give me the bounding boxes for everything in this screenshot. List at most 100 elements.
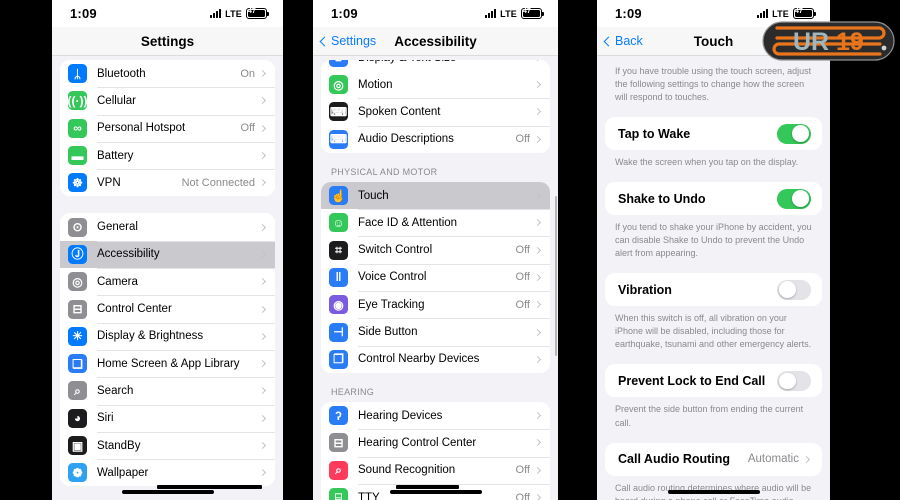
list-item-value: Not Connected [181, 176, 255, 189]
standby-icon: ▣ [68, 436, 87, 455]
item-spacer [597, 260, 830, 273]
list-item[interactable]: Ⓙ Accessibility [60, 240, 275, 269]
setting-control [777, 370, 811, 391]
setting-row[interactable]: Tap to Wake [605, 117, 822, 150]
list-item-value: Off [515, 133, 530, 146]
general-gear-icon: ⊙ [68, 217, 87, 237]
list-item[interactable]: ▣ StandBy [60, 431, 275, 460]
list-item-label: Switch Control [358, 244, 433, 257]
list-item[interactable]: ⊙ General [60, 213, 275, 241]
list-item[interactable]: ❑ Home Screen & App Library [60, 349, 275, 378]
list-item[interactable]: ‖ Voice Control Off [321, 263, 550, 292]
setting-row[interactable]: Call Audio Routing Automatic [605, 443, 822, 476]
list-item[interactable]: ⌕ Search [60, 377, 275, 405]
list-item[interactable]: ⊟ Control Center [60, 295, 275, 323]
list-item[interactable]: ◎ Camera [60, 268, 275, 296]
chevron-right-icon [258, 441, 267, 450]
chevron-right-icon [533, 493, 542, 500]
setting-description: Wake the screen when you tap on the disp… [615, 157, 799, 168]
redaction-bar [396, 485, 459, 489]
list-item[interactable]: ◎ Motion [321, 71, 550, 99]
list-item[interactable]: ▬ Battery [60, 141, 275, 170]
list-item[interactable]: ⊣ Side Button [321, 318, 550, 346]
chevron-right-icon [533, 60, 542, 62]
status-bar: 1:09 LTE 47 [52, 0, 283, 27]
camera-icon: ◎ [68, 272, 87, 292]
touch-settings-list[interactable]: If you have trouble using the touch scre… [597, 56, 830, 500]
list-item[interactable]: ʔ Hearing Devices [321, 401, 550, 430]
list-item[interactable]: ⌗ Switch Control Off [321, 236, 550, 264]
chevron-right-icon [258, 360, 267, 368]
setting-label: Call Audio Routing [618, 452, 731, 467]
list-item[interactable]: ⌨ Audio Descriptions Off [321, 125, 550, 153]
list-item[interactable]: ⌨ Spoken Content [321, 98, 550, 126]
list-item[interactable]: ((·)) Cellular [60, 87, 275, 115]
setting-row[interactable]: Shake to Undo [605, 182, 822, 215]
toggle-switch[interactable] [777, 370, 811, 391]
accessibility-list[interactable]: ■ Display & Text Size ◎ Motion ⌨ Spoken Conte… [313, 56, 558, 500]
battery-icon: 47 [793, 8, 816, 19]
chevron-right-icon [258, 250, 267, 258]
list-item-label: Battery [97, 149, 134, 162]
list-item[interactable]: ⌕ Sound Recognition Off [321, 456, 550, 484]
back-button[interactable]: Back [603, 34, 643, 48]
list-item[interactable]: ◉ Eye Tracking Off [321, 291, 550, 319]
list-item[interactable]: ☝ Touch [321, 181, 550, 210]
sound-recognition-icon: ⌕ [329, 460, 348, 480]
setting-label: Tap to Wake [618, 126, 691, 141]
control-center-icon: ⊟ [68, 299, 87, 319]
back-button[interactable]: Settings [319, 34, 376, 48]
display-text-size-icon: ■ [329, 60, 348, 68]
setting-row[interactable]: Prevent Lock to End Call [605, 364, 822, 397]
list-item-label: Motion [358, 78, 393, 91]
settings-list[interactable]: ᛦ Bluetooth On ((·)) Cellular ∞ Personal Hotsp… [52, 56, 283, 500]
home-indicator [667, 490, 760, 494]
battery-level: 47 [523, 8, 531, 15]
list-item[interactable]: ❐ Control Nearby Devices [321, 345, 550, 373]
setting-description: Prevent the side button from ending the … [615, 404, 804, 428]
wallpaper-icon: ❁ [68, 463, 87, 483]
setting-row[interactable]: Vibration [605, 273, 822, 306]
cellular-signal-icon [210, 9, 222, 18]
motion-icon: ◎ [329, 75, 348, 95]
audio-descriptions-icon: ⌨ [329, 129, 348, 149]
list-item-value: Off [515, 464, 530, 477]
list-item-label: Hearing Devices [358, 409, 443, 422]
switch-control-icon: ⌗ [329, 240, 348, 260]
home-screen-icon: ❑ [68, 354, 87, 374]
settings-group: ⊙ General Ⓙ Accessibility ◎ Camera ⊟ Control Ce… [60, 213, 275, 487]
toggle-switch[interactable] [777, 123, 811, 144]
accessibility-icon: Ⓙ [68, 244, 87, 264]
list-item[interactable]: ☀ Display & Brightness [60, 322, 275, 350]
list-item-label: Control Center [97, 303, 172, 316]
face-id-icon: ☺ [329, 213, 348, 233]
chevron-right-icon [533, 355, 542, 363]
setting-card: Vibration [605, 273, 822, 307]
partial-list-item-container: ■ Display & Text Size [321, 60, 550, 71]
list-item[interactable]: ⊟ Hearing Control Center [321, 429, 550, 457]
list-item[interactable]: ◕ Siri [60, 404, 275, 432]
cellular-icon: ((·)) [68, 91, 87, 111]
scrollbar[interactable] [554, 196, 557, 356]
list-item[interactable]: ■ Display & Text Size [321, 60, 550, 71]
list-item[interactable]: ☺ Face ID & Attention [321, 209, 550, 237]
chevron-right-icon [258, 151, 267, 160]
list-item[interactable]: ❁ Wallpaper [60, 459, 275, 487]
network-type-label: LTE [500, 8, 517, 19]
list-item[interactable]: ☸ VPN Not Connected [60, 169, 275, 197]
item-spacer [597, 351, 830, 364]
back-button-label: Back [615, 34, 643, 48]
toggle-switch[interactable] [777, 279, 811, 300]
chevron-right-icon [533, 412, 542, 420]
battery-level: 47 [248, 8, 256, 15]
chevron-right-icon [802, 455, 811, 463]
setting-control: Automatic [748, 453, 811, 465]
chevron-right-icon [258, 414, 267, 422]
list-item[interactable]: ᛦ Bluetooth On [60, 60, 275, 88]
toggle-knob [792, 125, 810, 143]
list-item[interactable]: ∞ Personal Hotspot Off [60, 114, 275, 142]
status-time: 1:09 [615, 6, 642, 21]
chevron-right-icon [258, 179, 267, 187]
toggle-switch[interactable] [777, 188, 811, 209]
setting-card: Call Audio Routing Automatic [605, 442, 822, 476]
